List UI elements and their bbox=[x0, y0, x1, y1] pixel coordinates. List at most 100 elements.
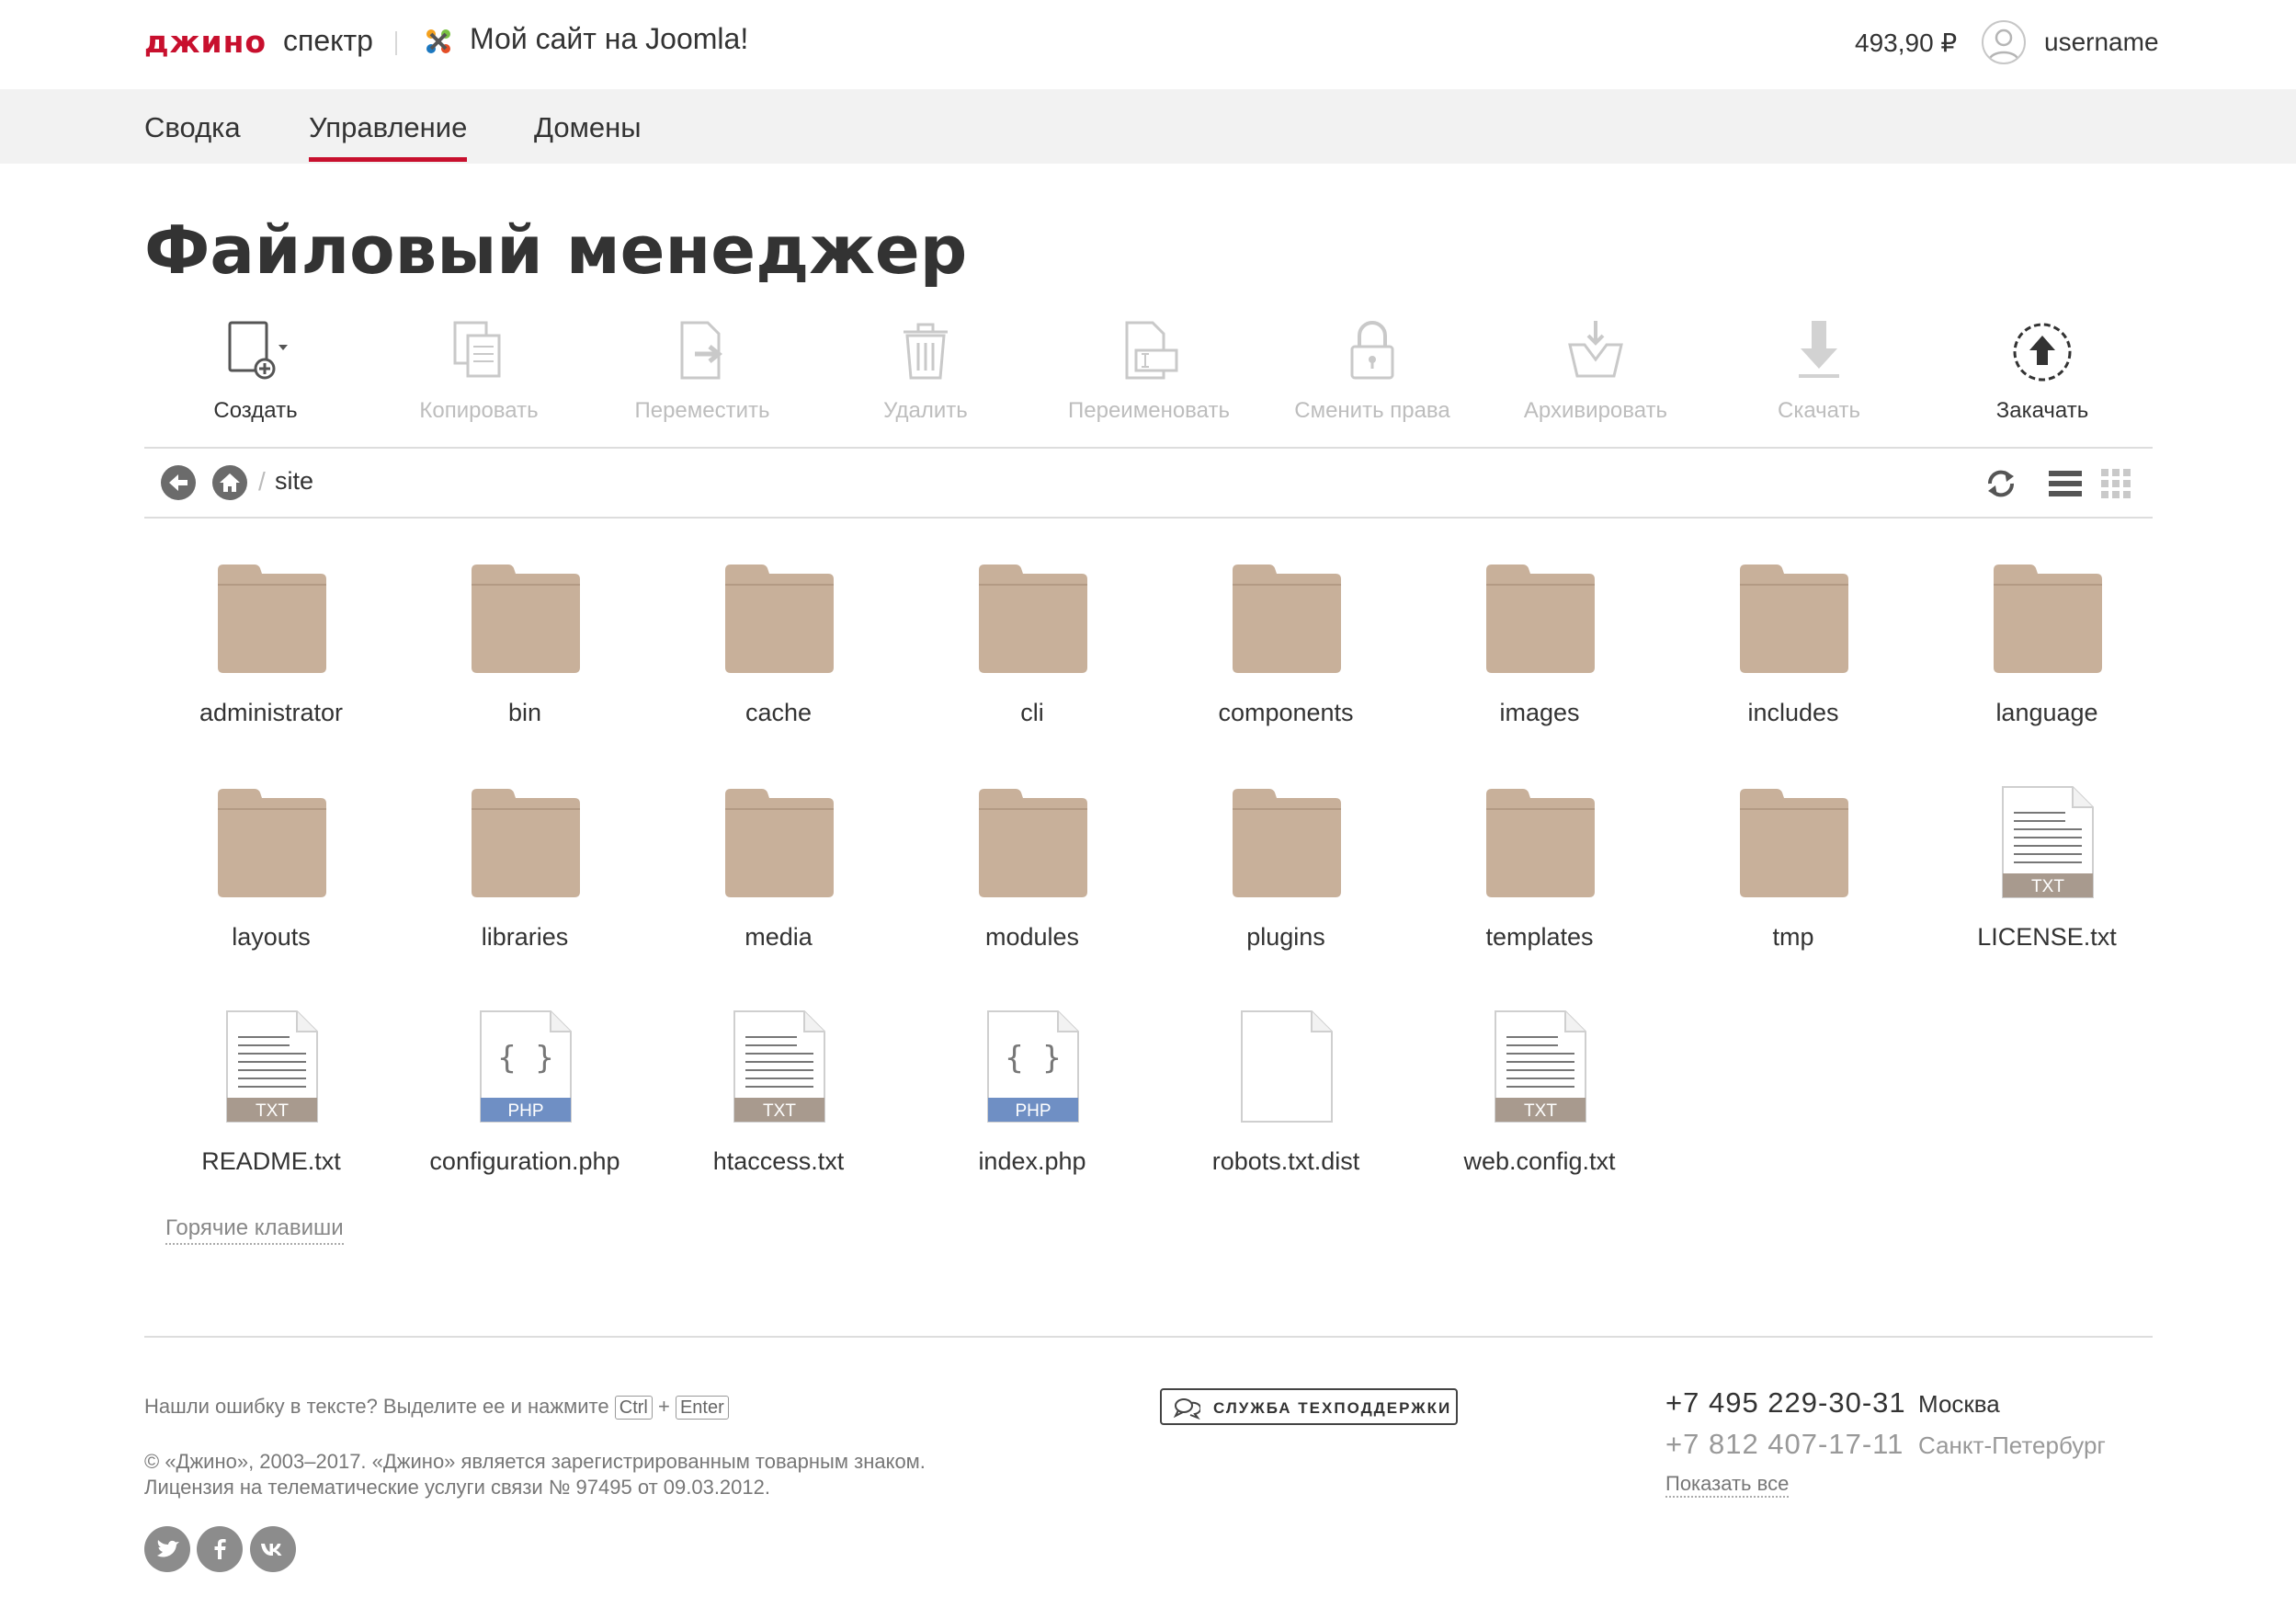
file-item[interactable]: TXT LICENSE.txt bbox=[1920, 785, 2174, 969]
folder-icon bbox=[1486, 789, 1595, 897]
folder-item[interactable]: tmp bbox=[1666, 785, 1920, 969]
back-button[interactable] bbox=[161, 465, 196, 500]
username[interactable]: username bbox=[2044, 28, 2159, 57]
create-file-icon bbox=[228, 321, 288, 380]
avatar[interactable] bbox=[1982, 20, 2026, 64]
file-name: includes bbox=[1747, 699, 1839, 726]
folder-icon bbox=[1233, 565, 1341, 673]
folder-item[interactable]: images bbox=[1413, 561, 1666, 745]
tab-summary[interactable]: Сводка bbox=[144, 111, 241, 157]
tab-domains[interactable]: Домены bbox=[534, 111, 642, 157]
refresh-button[interactable] bbox=[1983, 465, 2019, 502]
rename-button[interactable]: Переименовать bbox=[1057, 317, 1241, 437]
city-moscow: Москва bbox=[1918, 1390, 2000, 1418]
enter-key: Enter bbox=[675, 1396, 729, 1420]
city-spb: Санкт-Петербург bbox=[1918, 1431, 2106, 1459]
txt-file-icon: TXT bbox=[2002, 786, 2094, 898]
support-button[interactable]: СЛУЖБА ТЕХПОДДЕРЖКИ bbox=[1160, 1388, 1458, 1425]
file-item[interactable]: { } PHP configuration.php bbox=[398, 1009, 652, 1193]
facebook-link[interactable] bbox=[197, 1526, 243, 1572]
folder-item[interactable]: cli bbox=[905, 561, 1159, 745]
file-name: plugins bbox=[1246, 923, 1325, 951]
upload-button[interactable]: Закачать bbox=[1950, 317, 2134, 437]
folder-item[interactable]: plugins bbox=[1159, 785, 1413, 969]
folder-item[interactable]: layouts bbox=[144, 785, 398, 969]
rename-icon bbox=[1125, 321, 1178, 380]
file-item[interactable]: TXT README.txt bbox=[144, 1009, 398, 1193]
main-nav: Сводка Управление Домены bbox=[0, 89, 2296, 164]
phone-spb[interactable]: +7 812 407-17-11 bbox=[1665, 1428, 1904, 1461]
permissions-button[interactable]: Сменить права bbox=[1280, 317, 1464, 437]
file-item[interactable]: robots.txt.dist bbox=[1159, 1009, 1413, 1193]
show-all-phones-link[interactable]: Показать все bbox=[1665, 1472, 1790, 1498]
folder-icon bbox=[1994, 565, 2102, 673]
product-name: спектр bbox=[283, 24, 373, 57]
twitter-icon bbox=[157, 1540, 179, 1557]
file-name: images bbox=[1499, 699, 1580, 726]
pathbar-divider bbox=[144, 517, 2153, 519]
folder-item[interactable]: bin bbox=[398, 561, 652, 745]
create-button[interactable]: Создать bbox=[164, 317, 347, 437]
txt-file-icon: TXT bbox=[733, 1010, 825, 1123]
folder-item[interactable]: media bbox=[652, 785, 905, 969]
file-type-badge: PHP bbox=[1015, 1101, 1051, 1121]
file-name: cache bbox=[744, 699, 813, 726]
folder-icon bbox=[725, 565, 834, 673]
list-view-button[interactable] bbox=[2047, 465, 2084, 502]
vk-icon bbox=[261, 1544, 282, 1556]
folder-item[interactable]: includes bbox=[1666, 561, 1920, 745]
file-name: configuration.php bbox=[429, 1147, 620, 1175]
vk-link[interactable] bbox=[250, 1526, 296, 1572]
file-name: LICENSE.txt bbox=[1977, 923, 2117, 951]
copy-button[interactable]: Копировать bbox=[387, 317, 571, 437]
folder-item[interactable]: templates bbox=[1413, 785, 1666, 969]
list-view-icon bbox=[2049, 471, 2082, 496]
txt-file-icon: TXT bbox=[1495, 1010, 1586, 1123]
svg-text:{ }: { } bbox=[1005, 1040, 1061, 1077]
home-icon bbox=[220, 473, 240, 492]
file-item[interactable]: { } PHP index.php bbox=[905, 1009, 1159, 1193]
folder-item[interactable]: language bbox=[1920, 561, 2174, 745]
phone-moscow[interactable]: +7 495 229-30-31 bbox=[1665, 1386, 1906, 1420]
upload-icon bbox=[2013, 323, 2072, 382]
twitter-link[interactable] bbox=[144, 1526, 190, 1572]
folder-item[interactable]: libraries bbox=[398, 785, 652, 969]
brand-logo[interactable]: джино bbox=[144, 24, 267, 60]
file-item[interactable]: TXT web.config.txt bbox=[1413, 1009, 1666, 1193]
hotkeys-link[interactable]: Горячие клавиши bbox=[165, 1215, 344, 1245]
delete-button[interactable]: Удалить bbox=[834, 317, 1017, 437]
file-name: README.txt bbox=[201, 1147, 341, 1175]
folder-icon bbox=[218, 789, 326, 897]
file-item[interactable]: TXT htaccess.txt bbox=[652, 1009, 905, 1193]
folder-item[interactable]: administrator bbox=[144, 561, 398, 745]
folder-item[interactable]: modules bbox=[905, 785, 1159, 969]
folder-item[interactable]: components bbox=[1159, 561, 1413, 745]
file-name: cli bbox=[1020, 699, 1044, 726]
breadcrumb-current[interactable]: site bbox=[275, 467, 313, 496]
home-button[interactable] bbox=[212, 465, 247, 500]
account-balance[interactable]: 493,90 ₽ bbox=[1855, 28, 1957, 58]
footer-divider bbox=[144, 1336, 2153, 1338]
php-file-icon: { } PHP bbox=[987, 1010, 1079, 1123]
folder-item[interactable]: cache bbox=[652, 561, 905, 745]
page-title: Файловый менеджер bbox=[144, 211, 968, 289]
move-icon bbox=[680, 321, 723, 380]
file-type-badge: TXT bbox=[763, 1101, 796, 1121]
move-button[interactable]: Переместить bbox=[610, 317, 794, 437]
file-name: web.config.txt bbox=[1463, 1147, 1616, 1175]
file-name: media bbox=[744, 923, 813, 951]
php-file-icon: { } PHP bbox=[480, 1010, 572, 1123]
file-name: bin bbox=[507, 699, 542, 726]
chat-bubbles-icon bbox=[1173, 1398, 1200, 1420]
folder-icon bbox=[1233, 789, 1341, 897]
file-name: language bbox=[1995, 699, 2098, 726]
tab-management[interactable]: Управление bbox=[309, 111, 468, 162]
grid-view-button[interactable] bbox=[2098, 465, 2135, 502]
svg-text:{ }: { } bbox=[497, 1040, 553, 1077]
download-button[interactable]: Скачать bbox=[1727, 317, 1911, 437]
archive-button[interactable]: Архивировать bbox=[1504, 317, 1688, 437]
folder-icon bbox=[1486, 565, 1595, 673]
site-selector[interactable]: Мой сайт на Joomla! bbox=[470, 22, 748, 56]
file-type-badge: TXT bbox=[2031, 877, 2064, 896]
trash-icon bbox=[904, 323, 948, 380]
